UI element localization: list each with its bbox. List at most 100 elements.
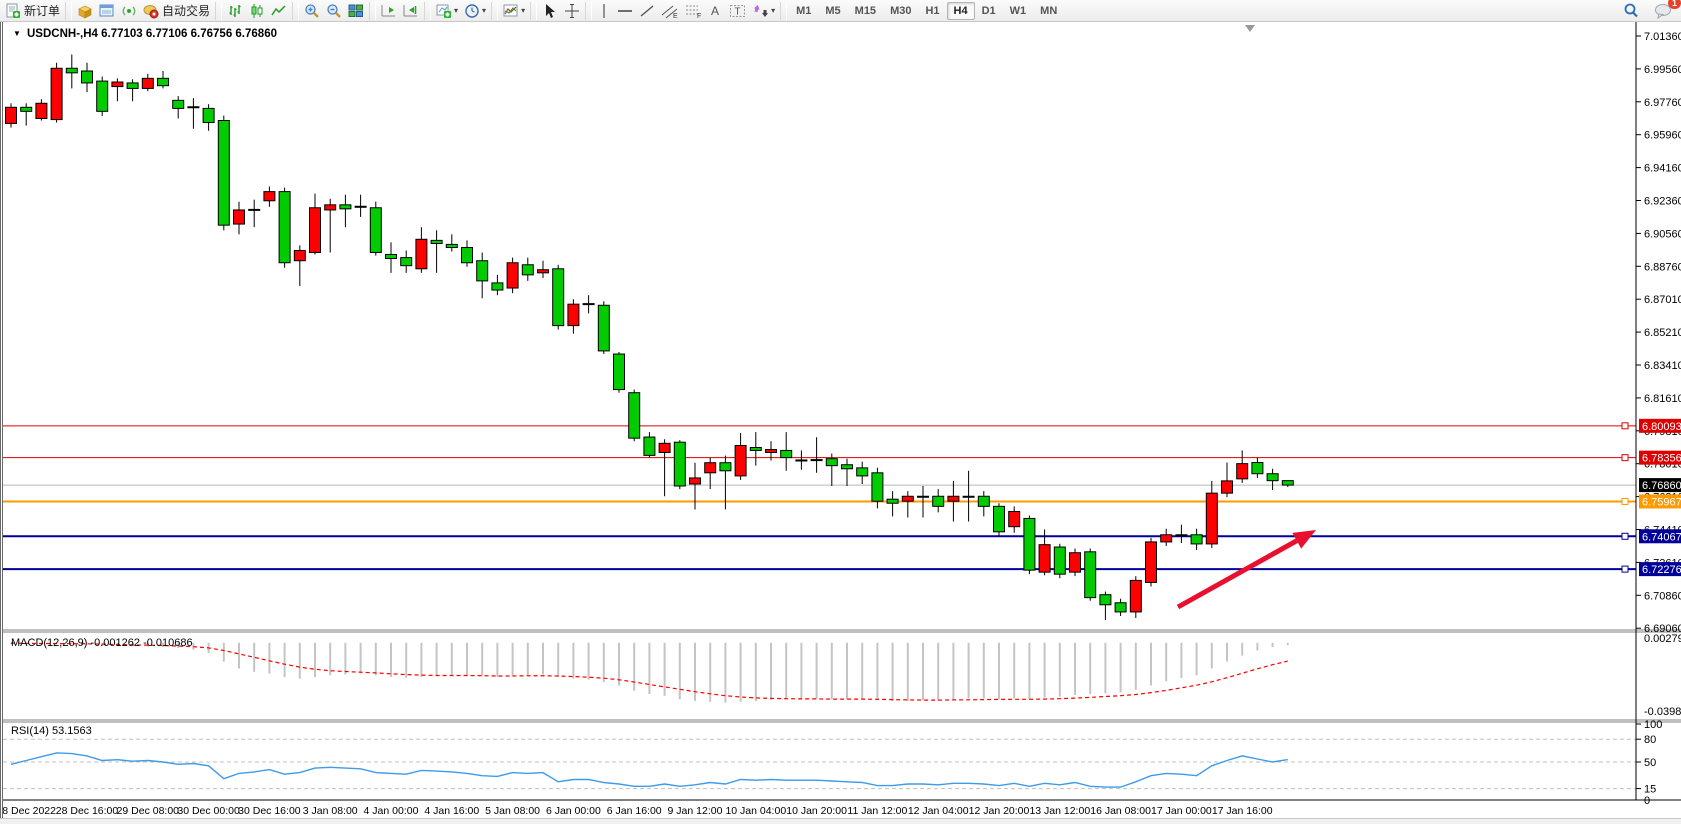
periods-button[interactable]: ▾ xyxy=(461,1,489,21)
timeframe-m5[interactable]: M5 xyxy=(818,2,847,20)
candle xyxy=(218,116,229,231)
candlestick-chart-button[interactable] xyxy=(246,1,268,21)
price-chart[interactable]: MACD(12,26,9) -0.001262 -0.010686RSI(14)… xyxy=(3,22,1681,824)
data-window-icon xyxy=(99,3,115,19)
toolbar-separator xyxy=(491,2,498,20)
svg-text:E: E xyxy=(673,13,678,19)
chevron-down-icon: ▾ xyxy=(454,6,458,15)
navigator-icon xyxy=(121,3,137,19)
timeframe-mn[interactable]: MN xyxy=(1033,2,1064,20)
text-label-button[interactable]: T xyxy=(726,1,750,21)
price-axis-label: 6.94160 xyxy=(1644,163,1681,175)
candle xyxy=(1070,549,1081,577)
bar-chart-button[interactable] xyxy=(224,1,246,21)
mt4-application: 新订单 自动交易 ▾ ▾ ▾ E F A T xyxy=(0,0,1681,824)
price-axis-label: 6.90560 xyxy=(1644,228,1681,240)
time-axis-label: 28 Dec 16:00 xyxy=(56,805,119,817)
price-badge-value: 6.74067 xyxy=(1642,531,1681,543)
rsi-axis-label: 80 xyxy=(1644,734,1656,746)
zoom-in-button[interactable] xyxy=(301,1,323,21)
price-axis-label: 6.99560 xyxy=(1644,64,1681,76)
macd-axis-label: 0.002799 xyxy=(1644,633,1681,645)
toolbar-separator xyxy=(65,2,72,20)
crosshair-button[interactable] xyxy=(561,1,583,21)
time-axis-label: 10 Jan 20:00 xyxy=(786,805,847,817)
time-axis-label: 28 Dec 2022 xyxy=(3,805,56,817)
data-window-button[interactable] xyxy=(96,1,118,21)
chevron-down-icon: ▾ xyxy=(771,6,775,15)
search-button[interactable] xyxy=(1619,1,1643,21)
arrows-icon xyxy=(753,3,769,19)
line-handle[interactable] xyxy=(1622,566,1628,572)
notifications-button[interactable]: 1 xyxy=(1651,1,1675,21)
rsi-label: RSI(14) 53.1563 xyxy=(11,725,92,737)
price-badge-value: 6.72276 xyxy=(1642,564,1681,576)
price-axis-label: 6.95960 xyxy=(1644,130,1681,142)
autotrading-button[interactable]: 自动交易 xyxy=(140,1,213,21)
timeframe-m30[interactable]: M30 xyxy=(883,2,918,20)
line-handle[interactable] xyxy=(1622,498,1628,504)
horizontal-line-icon xyxy=(617,3,633,19)
vertical-line-button[interactable] xyxy=(594,1,614,21)
new-order-label: 新订单 xyxy=(24,2,60,19)
fibonacci-button[interactable]: F xyxy=(682,1,706,21)
time-axis-label: 9 Jan 12:00 xyxy=(668,805,723,817)
price-badge-value: 6.76860 xyxy=(1642,480,1681,492)
notification-badge: 1 xyxy=(1668,0,1681,9)
navigator-button[interactable] xyxy=(118,1,140,21)
line-handle[interactable] xyxy=(1622,455,1628,461)
search-icon xyxy=(1622,2,1640,20)
line-handle[interactable] xyxy=(1622,533,1628,539)
market-watch-button[interactable] xyxy=(74,1,96,21)
timeframe-h4[interactable]: H4 xyxy=(947,2,975,20)
time-axis-label: 30 Dec 16:00 xyxy=(238,805,301,817)
price-badge-value: 6.80093 xyxy=(1642,421,1681,433)
timeframe-h1[interactable]: H1 xyxy=(918,2,946,20)
rsi-axis-label: 100 xyxy=(1644,719,1662,731)
new-chart-icon xyxy=(436,3,452,19)
timeframe-m1[interactable]: M1 xyxy=(789,2,818,20)
autotrading-icon xyxy=(143,3,159,19)
equidistant-channel-button[interactable]: E xyxy=(658,1,682,21)
chart-shift-button[interactable] xyxy=(400,1,422,21)
window-bottom-strip xyxy=(0,818,1681,824)
rsi-axis-label: 50 xyxy=(1644,757,1656,769)
toolbar-separator xyxy=(369,2,376,20)
fibonacci-icon: F xyxy=(685,3,703,19)
line-handle[interactable] xyxy=(1622,423,1628,429)
price-axis-label: 6.70860 xyxy=(1644,590,1681,602)
price-axis-label: 6.85210 xyxy=(1644,327,1681,339)
new-chart-button[interactable]: ▾ xyxy=(433,1,461,21)
timeframe-d1[interactable]: D1 xyxy=(975,2,1003,20)
price-badge-value: 6.75967 xyxy=(1642,496,1681,508)
toolbar-separator xyxy=(424,2,431,20)
time-axis-label: 6 Jan 16:00 xyxy=(607,805,662,817)
new-order-button[interactable]: 新订单 xyxy=(2,1,63,21)
auto-scroll-button[interactable] xyxy=(378,1,400,21)
time-axis-label: 4 Jan 00:00 xyxy=(364,805,419,817)
time-axis-label: 4 Jan 16:00 xyxy=(424,805,479,817)
cursor-button[interactable] xyxy=(539,1,561,21)
timeframe-w1[interactable]: W1 xyxy=(1003,2,1034,20)
timeframe-m15[interactable]: M15 xyxy=(848,2,883,20)
zoom-out-button[interactable] xyxy=(323,1,345,21)
tile-windows-button[interactable] xyxy=(345,1,367,21)
candle xyxy=(994,503,1005,536)
line-chart-button[interactable] xyxy=(268,1,290,21)
toolbar-separator xyxy=(585,2,592,20)
text-button[interactable]: A xyxy=(706,1,726,21)
chart-shift-icon xyxy=(403,3,419,19)
zoom-in-icon xyxy=(304,3,320,19)
time-axis-label: 17 Jan 00:00 xyxy=(1151,805,1212,817)
time-axis-label: 30 Dec 00:00 xyxy=(177,805,240,817)
periods-clock-icon xyxy=(464,3,480,19)
trendline-icon xyxy=(639,3,655,19)
toolbar: 新订单 自动交易 ▾ ▾ ▾ E F A T xyxy=(0,0,1681,22)
trendline-button[interactable] xyxy=(636,1,658,21)
arrows-button[interactable]: ▾ xyxy=(750,1,778,21)
indicators-button[interactable]: ▾ xyxy=(500,1,528,21)
candle xyxy=(1146,538,1157,587)
candle xyxy=(279,188,290,268)
chart-window[interactable]: MACD(12,26,9) -0.001262 -0.010686RSI(14)… xyxy=(0,22,1681,824)
horizontal-line-button[interactable] xyxy=(614,1,636,21)
